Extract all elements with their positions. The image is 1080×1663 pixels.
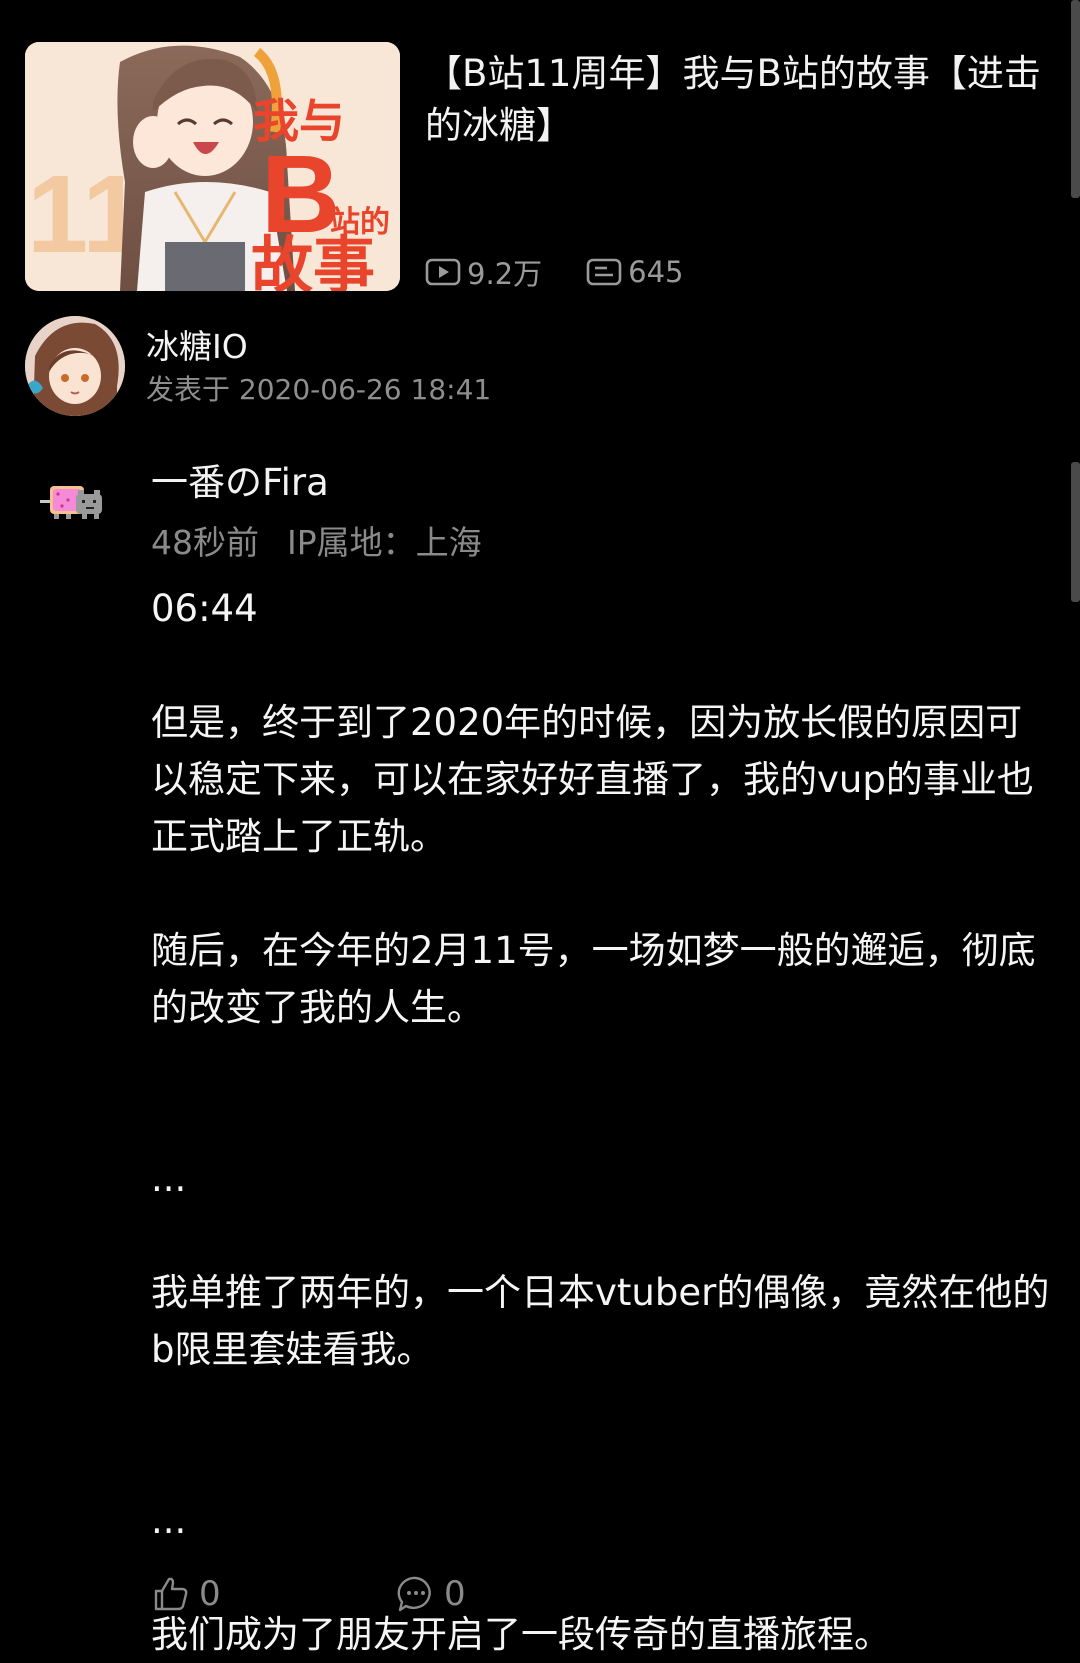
comment-paragraph: 我单推了两年的，一个日本vtuber的偶像，竟然在他的b限里套娃看我。 [151, 1271, 1050, 1371]
comment-body: 06:44 但是，终于到了2020年的时候，因为放长假的原因可以稳定下来，可以在… [151, 580, 1051, 1663]
like-count: 0 [199, 1574, 221, 1614]
video-card[interactable]: 11 我与 B 站的 故事 【B站11周年】我与B站的故事【进击的冰糖】 9.2… [25, 42, 1055, 292]
like-button[interactable]: 0 [151, 1574, 396, 1614]
play-icon [425, 258, 461, 286]
comment-actions: 0 0 [151, 1566, 641, 1622]
commenter-avatar[interactable] [38, 480, 112, 526]
danmaku-count: 645 [586, 255, 683, 289]
play-count-value: 9.2万 [467, 257, 543, 291]
thumbs-up-icon [154, 1577, 188, 1611]
commenter-name[interactable]: 一番のFira [151, 452, 329, 506]
comment-paragraph: ... [151, 1499, 187, 1542]
thumbnail-title-line3: 故事 [251, 232, 375, 291]
reply-button[interactable]: 0 [396, 1574, 641, 1614]
comment-paragraph: 随后，在今年的2月11号，一场如梦一般的邂逅，彻底的改变了我的人生。 [151, 929, 1036, 1029]
comment-paragraph: 但是，终于到了2020年的时候，因为放长假的原因可以稳定下来，可以在家好好直播了… [151, 701, 1034, 858]
danmaku-count-value: 645 [628, 255, 684, 289]
scrollbar-thumb[interactable] [1071, 0, 1080, 198]
comment-ip-location: IP属地：上海 [287, 523, 482, 562]
scrollbar-thumb[interactable] [1071, 462, 1080, 602]
uploader-avatar[interactable] [25, 316, 125, 416]
uploader-info[interactable]: 冰糖IO 发表于 2020-06-26 18:41 [25, 316, 1025, 416]
comment-paragraph: ... [151, 1157, 187, 1200]
video-stats: 9.2万 645 [425, 252, 727, 292]
video-thumbnail[interactable]: 11 我与 B 站的 故事 [25, 42, 400, 291]
comment-time: 48秒前 [151, 523, 259, 562]
comment-meta: 48秒前 IP属地：上海 [151, 516, 482, 564]
post-time: 发表于 2020-06-26 18:41 [146, 373, 492, 406]
video-title[interactable]: 【B站11周年】我与B站的故事【进击的冰糖】 [425, 48, 1065, 152]
danmaku-icon [586, 258, 622, 286]
reply-icon [397, 1576, 431, 1612]
play-count: 9.2万 [425, 251, 542, 293]
comment-timestamp-link[interactable]: 06:44 [151, 580, 1051, 637]
reply-count: 0 [444, 1574, 466, 1614]
uploader-name[interactable]: 冰糖IO [146, 320, 248, 368]
